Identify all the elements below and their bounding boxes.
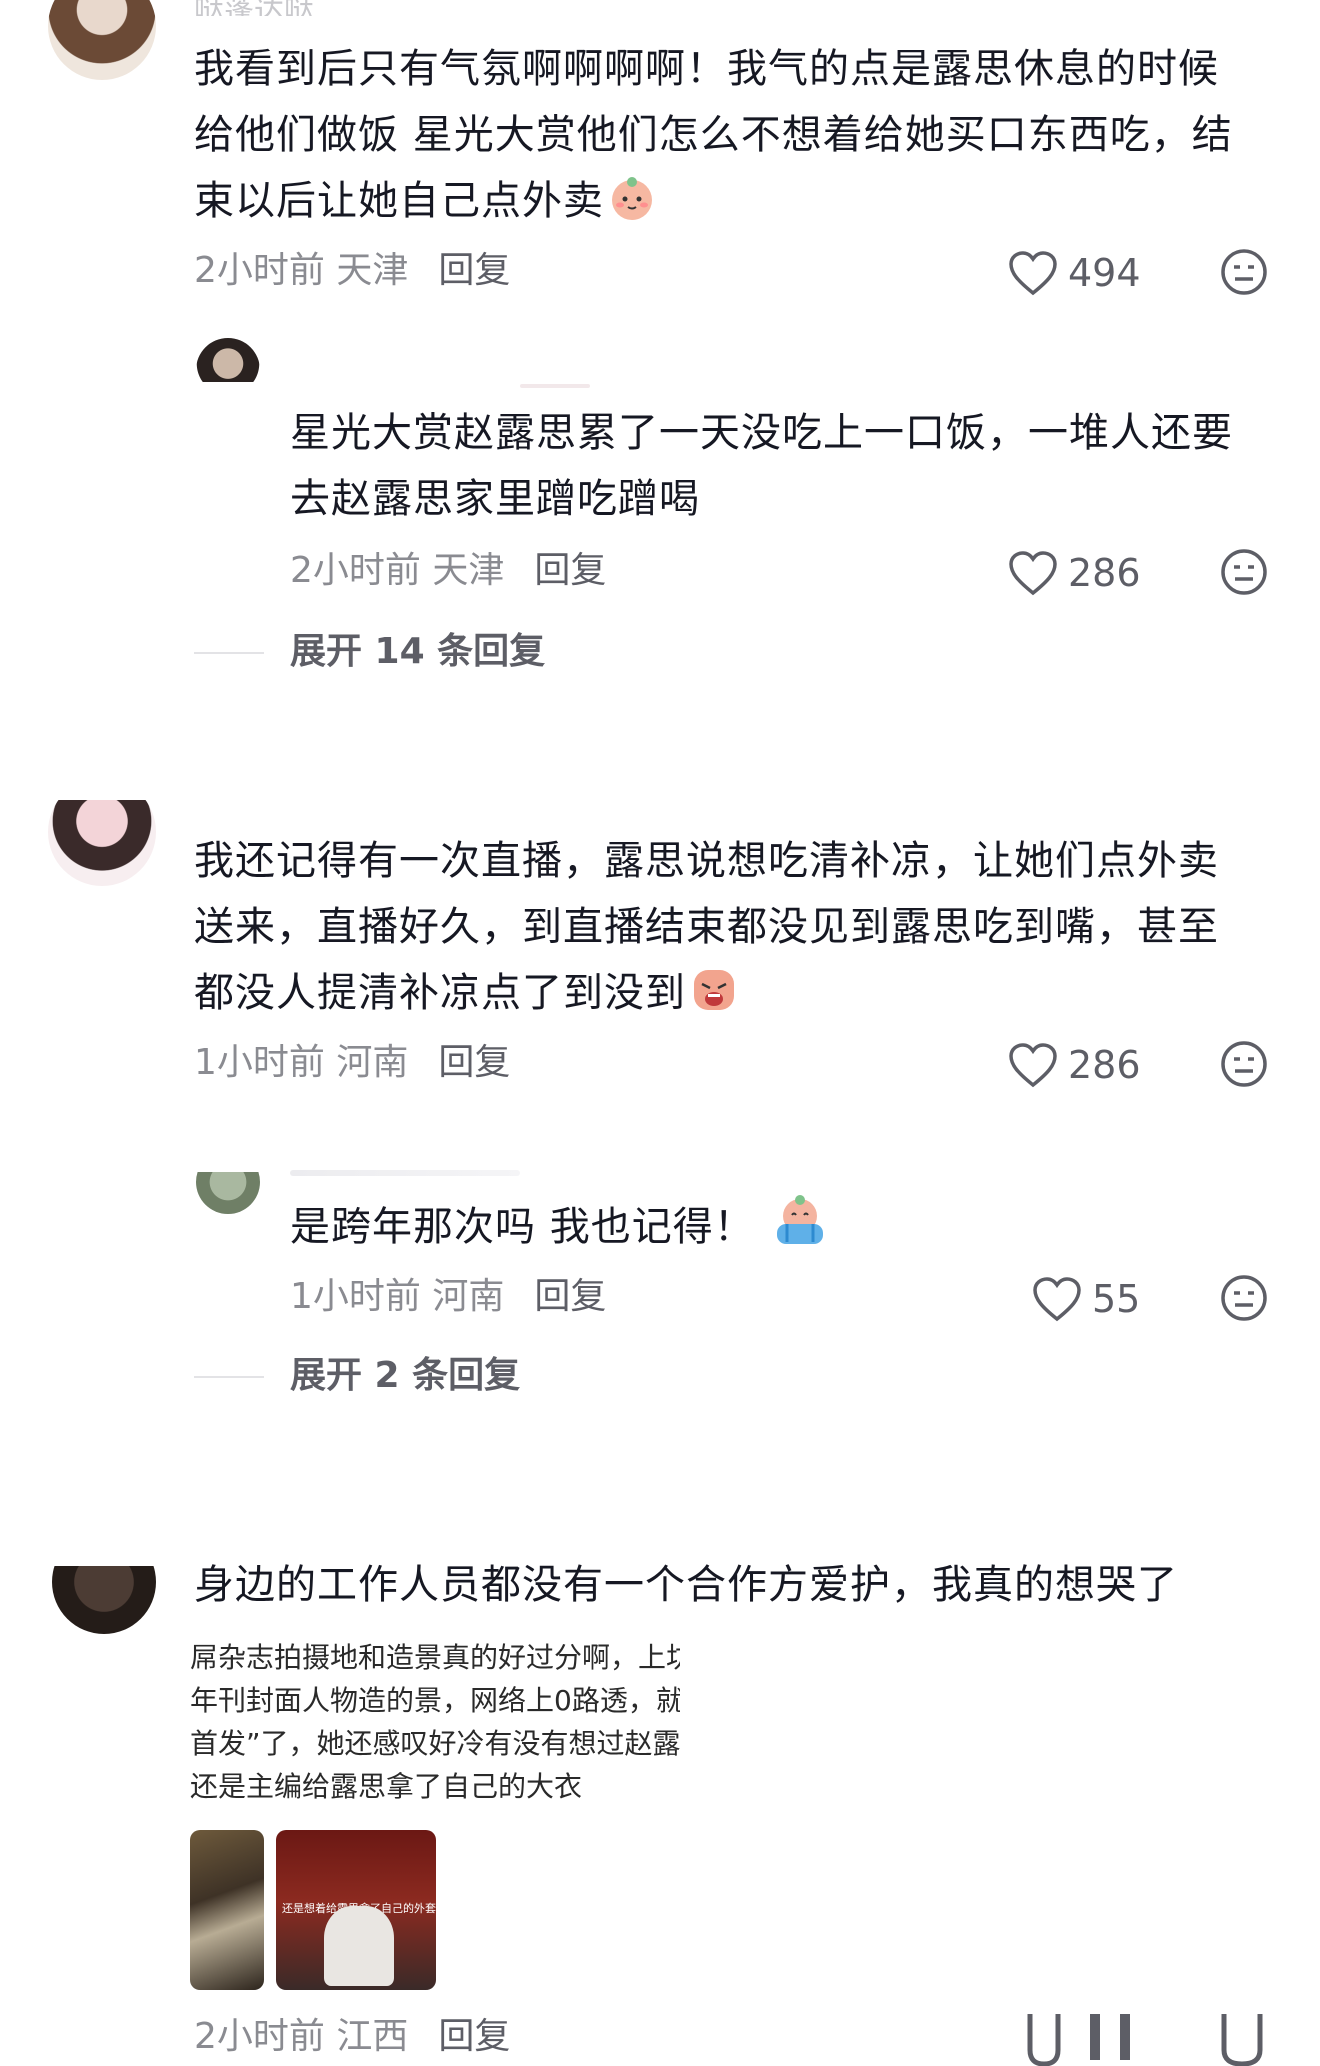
expand-replies-button[interactable]: 展开 2 条回复: [290, 1351, 520, 1401]
reply-location: 河南: [432, 1276, 505, 1317]
attached-line: 屌杂志拍摄地和造景真的好过分啊，上坊: [190, 1641, 680, 1674]
like-count: 55: [1092, 1277, 1141, 1321]
reply-text: 是跨年那次吗 我也记得！: [290, 1194, 1290, 1260]
comment-line: 我还记得有一次直播，露思说想吃清补凉，让她们点外卖: [194, 838, 1219, 884]
comment-line-text: 都没人提清补凉点了到没到: [194, 970, 686, 1016]
reply-avatar[interactable]: [196, 338, 260, 382]
attached-line: 年刊封面人物造的景，网络上0路透，就: [190, 1684, 680, 1717]
reply-line: 星光大赏赵露思累了一天没吃上一口饭，一堆人还要: [290, 410, 1233, 456]
comment-line: 送来，直播好久，到直播结束都没见到露思吃到嘴，甚至: [194, 904, 1219, 950]
reply-meta: 1小时前 河南 回复: [290, 1272, 606, 1322]
comment-line: 都没人提清补凉点了到没到: [194, 960, 1274, 1026]
commenter-name[interactable]: 哒蓬达哒: [194, 0, 314, 16]
comment-line-text: 束以后让她自己点外卖: [194, 178, 604, 224]
attached-image-thumbnail[interactable]: [190, 1830, 264, 1990]
attached-line: 还是主编给露思拿了自己的大衣: [190, 1770, 583, 1803]
comment-meta: 1小时前 河南 回复: [194, 1038, 510, 1088]
like-count: 494: [1068, 251, 1141, 295]
like-button[interactable]: 55: [1032, 1274, 1140, 1324]
baby-face-emoji: [612, 177, 652, 220]
like-button[interactable]: 286: [1008, 1040, 1141, 1090]
comment-line: 束以后让她自己点外卖: [194, 168, 1274, 234]
dislike-face-icon[interactable]: [1220, 1040, 1268, 1088]
comment-line: 身边的工作人员都没有一个合作方爱护，我真的想哭了: [194, 1562, 1178, 1608]
reply-button[interactable]: 回复: [534, 1276, 606, 1317]
reply-time: 1小时前: [290, 1276, 421, 1317]
reply-button[interactable]: 回复: [438, 2016, 510, 2057]
comment-location: 江西: [336, 2016, 409, 2057]
like-count: 286: [1068, 1043, 1141, 1087]
heart-icon: [1009, 551, 1057, 596]
heart-icon: [1009, 1043, 1057, 1088]
tearful-face-emoji: [776, 1195, 823, 1244]
reply-button[interactable]: 回复: [438, 250, 510, 291]
comment-text: 我还记得有一次直播，露思说想吃清补凉，让她们点外卖 送来，直播好久，到直播结束都…: [194, 828, 1274, 1026]
like-button[interactable]: 494: [1008, 248, 1141, 298]
reply-avatar[interactable]: [196, 1172, 260, 1214]
dislike-face-icon[interactable]: [1220, 548, 1268, 596]
comment-location: 天津: [336, 250, 409, 291]
commenter-avatar[interactable]: [48, 0, 156, 80]
comment-text: 我看到后只有气氛啊啊啊啊！我气的点是露思休息的时候 给他们做饭 星光大赏他们怎么…: [194, 36, 1274, 234]
reply-button[interactable]: 回复: [534, 550, 606, 591]
comment-meta: 2小时前 天津 回复: [194, 246, 510, 296]
heart-icon: [1009, 251, 1057, 296]
reply-time: 2小时前: [290, 550, 421, 591]
attached-screenshot-text[interactable]: 屌杂志拍摄地和造景真的好过分啊，上坊 年刊封面人物造的景，网络上0路透，就 首发…: [190, 1636, 680, 1808]
crying-face-emoji: [694, 970, 734, 1010]
commenter-avatar[interactable]: [48, 800, 156, 886]
reply-line: 是跨年那次吗 我也记得！: [290, 1204, 755, 1250]
expand-divider: [194, 652, 264, 654]
like-button[interactable]: 286: [1008, 548, 1141, 598]
attached-image-thumbnail[interactable]: 还是想着给露思拿了自己的外套: [276, 1830, 436, 1990]
partial-action-icons[interactable]: [1020, 2010, 1310, 2066]
heart-icon: [1033, 1277, 1081, 1322]
reply-name-placeholder: [290, 1170, 520, 1176]
like-count: 286: [1068, 551, 1141, 595]
reply-location: 天津: [432, 550, 505, 591]
attached-line: 首发”了，她还感叹好冷有没有想过赵露: [190, 1727, 680, 1760]
comment-line: 我看到后只有气氛啊啊啊啊！我气的点是露思休息的时候: [194, 46, 1219, 92]
comment-time: 2小时前: [194, 250, 325, 291]
reply-line: 去赵露思家里蹭吃蹭喝: [290, 476, 700, 522]
expand-replies-button[interactable]: 展开 14 条回复: [290, 627, 545, 677]
reply-button[interactable]: 回复: [438, 1042, 510, 1083]
comment-time: 2小时前: [194, 2016, 325, 2057]
comment-line: 给他们做饭 星光大赏他们怎么不想着给她买口东西吃，结: [194, 112, 1233, 158]
reply-name-placeholder: [520, 384, 590, 388]
dislike-face-icon[interactable]: [1220, 248, 1268, 296]
expand-divider: [194, 1376, 264, 1378]
reply-meta: 2小时前 天津 回复: [290, 546, 606, 596]
comment-time: 1小时前: [194, 1042, 325, 1083]
comment-location: 河南: [336, 1042, 409, 1083]
dislike-face-icon[interactable]: [1220, 1274, 1268, 1322]
comment-text: 身边的工作人员都没有一个合作方爱护，我真的想哭了: [194, 1552, 1274, 1618]
commenter-avatar[interactable]: [52, 1566, 156, 1634]
thumbnail-figure: [324, 1906, 394, 1986]
comment-meta: 2小时前 江西 回复: [194, 2012, 510, 2062]
reply-text: 星光大赏赵露思累了一天没吃上一口饭，一堆人还要 去赵露思家里蹭吃蹭喝: [290, 400, 1290, 532]
